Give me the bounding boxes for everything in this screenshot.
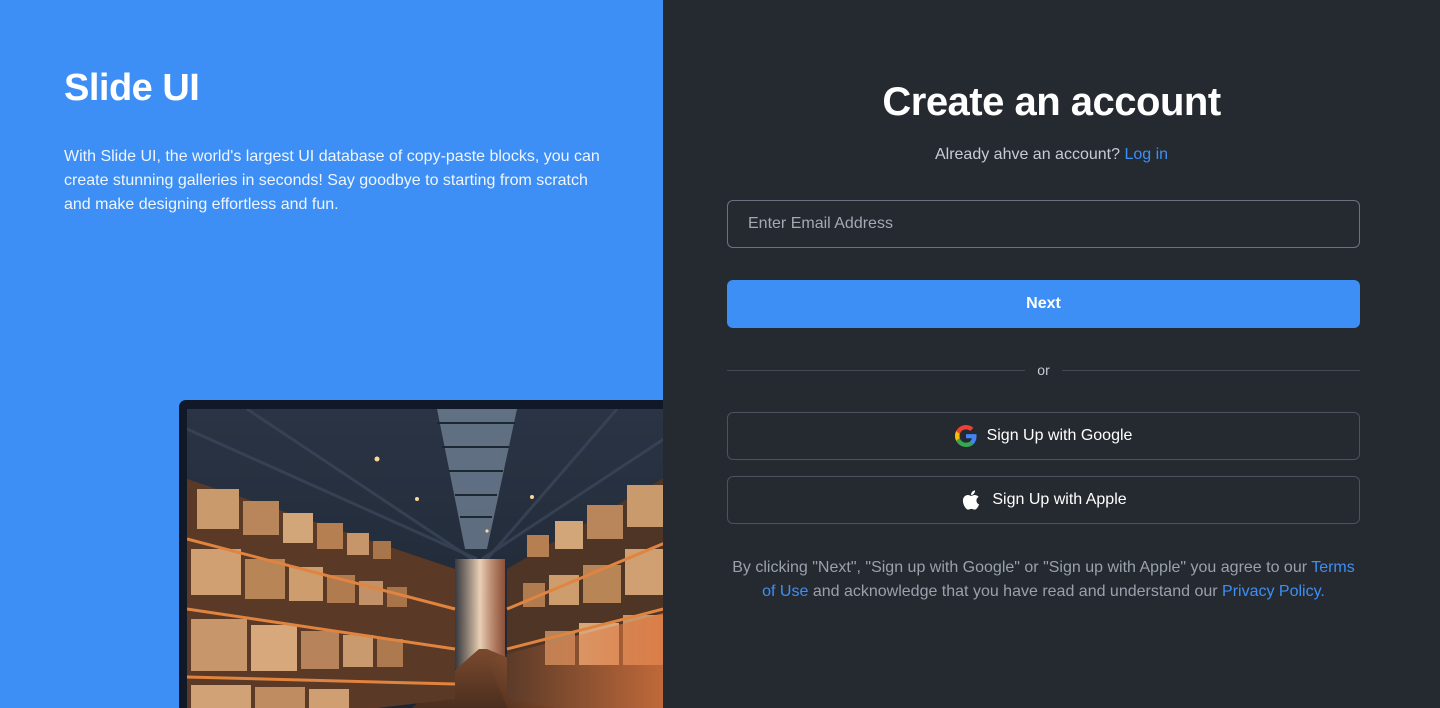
- legal-notice: By clicking "Next", "Sign up with Google…: [727, 556, 1360, 604]
- login-prompt-text: Already ahve an account?: [934, 146, 1120, 163]
- divider-line-left: [727, 369, 1026, 371]
- google-signup-button[interactable]: Sign Up with Google: [727, 412, 1360, 460]
- email-input[interactable]: [727, 200, 1360, 248]
- google-logo-icon: [954, 425, 977, 447]
- warehouse-image: [187, 409, 663, 708]
- login-link[interactable]: Log in: [1124, 146, 1168, 163]
- laptop-preview: [179, 400, 663, 708]
- brand-panel: Slide UI With Slide UI, the world's larg…: [0, 0, 663, 708]
- apple-signup-label: Sign Up with Apple: [992, 491, 1127, 508]
- apple-logo-icon: [960, 489, 982, 511]
- legal-prefix: By clicking "Next", "Sign up with Google…: [732, 559, 1312, 576]
- signup-panel: Create an account Already ahve an accoun…: [663, 0, 1440, 708]
- brand-logo-text: Slide UI: [64, 67, 200, 109]
- privacy-policy-link[interactable]: Privacy Policy.: [1222, 583, 1325, 600]
- login-prompt: Already ahve an account? Log in: [663, 146, 1440, 164]
- or-divider: or: [727, 360, 1361, 380]
- signup-page: Slide UI With Slide UI, the world's larg…: [0, 0, 1440, 708]
- divider-label: or: [1037, 362, 1050, 378]
- page-title: Create an account: [882, 80, 1221, 124]
- legal-middle: and acknowledge that you have read and u…: [808, 583, 1223, 600]
- google-signup-label: Sign Up with Google: [986, 427, 1133, 444]
- brand-tagline: With Slide UI, the world's largest UI da…: [64, 148, 600, 213]
- next-button[interactable]: Next: [727, 280, 1360, 328]
- divider-line-right: [1061, 369, 1361, 371]
- apple-signup-button[interactable]: Sign Up with Apple: [727, 476, 1360, 524]
